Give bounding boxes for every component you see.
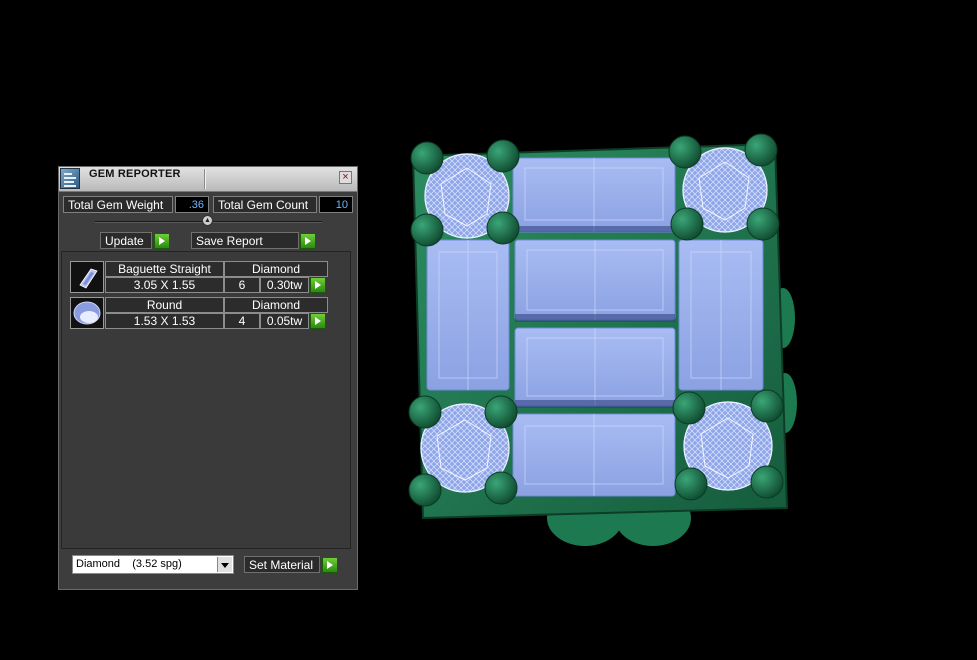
gem-material: Diamond: [224, 297, 328, 313]
app-icon: [60, 168, 80, 189]
update-button[interactable]: Update: [100, 232, 152, 249]
set-material-button[interactable]: Set Material: [244, 556, 320, 573]
material-dropdown-value: Diamond (3.52 spg): [76, 558, 182, 570]
gem-weight: 0.05tw: [260, 313, 309, 329]
select-gem-go-icon[interactable]: [310, 277, 326, 293]
gem-size: 3.05 X 1.55: [105, 277, 224, 293]
total-gem-count-label: Total Gem Count: [213, 196, 317, 213]
panel-title: GEM REPORTER: [89, 168, 181, 180]
ring-model: [408, 133, 797, 546]
gem-shape: Round: [105, 297, 224, 313]
total-gem-weight-value: .36: [175, 196, 209, 213]
save-report-go-icon[interactable]: [300, 233, 316, 249]
set-material-go-icon[interactable]: [322, 557, 338, 573]
gem-list: Baguette Straight Diamond 3.05 X 1.55 6 …: [61, 251, 351, 549]
total-gem-count-value: 10: [319, 196, 353, 213]
close-icon[interactable]: ×: [339, 171, 352, 184]
title-bar[interactable]: GEM REPORTER ×: [59, 167, 357, 192]
select-gem-go-icon[interactable]: [310, 313, 326, 329]
gem-reporter-panel: GEM REPORTER × Total Gem Weight .36 Tota…: [58, 166, 358, 590]
gem-row-baguette[interactable]: Baguette Straight Diamond 3.05 X 1.55 6 …: [70, 261, 328, 293]
splitter-handle-icon[interactable]: ▲: [202, 215, 213, 226]
update-go-icon[interactable]: [154, 233, 170, 249]
gem-size: 1.53 X 1.53: [105, 313, 224, 329]
3d-viewport[interactable]: [395, 128, 805, 558]
total-gem-weight-label: Total Gem Weight: [63, 196, 173, 213]
material-dropdown[interactable]: Diamond (3.52 spg): [72, 555, 234, 574]
gem-shape: Baguette Straight: [105, 261, 224, 277]
material-bar: Diamond (3.52 spg) Set Material: [59, 549, 357, 589]
baguette-gem-icon: [70, 261, 104, 293]
chevron-down-icon[interactable]: [217, 557, 232, 572]
gem-weight: 0.30tw: [260, 277, 309, 293]
gem-material: Diamond: [224, 261, 328, 277]
save-report-button[interactable]: Save Report: [191, 232, 299, 249]
gem-count: 6: [224, 277, 260, 293]
gem-row-round[interactable]: Round Diamond 1.53 X 1.53 4 0.05tw: [70, 297, 328, 329]
round-gem-icon: [70, 297, 104, 329]
gem-count: 4: [224, 313, 260, 329]
title-divider: [204, 169, 206, 189]
